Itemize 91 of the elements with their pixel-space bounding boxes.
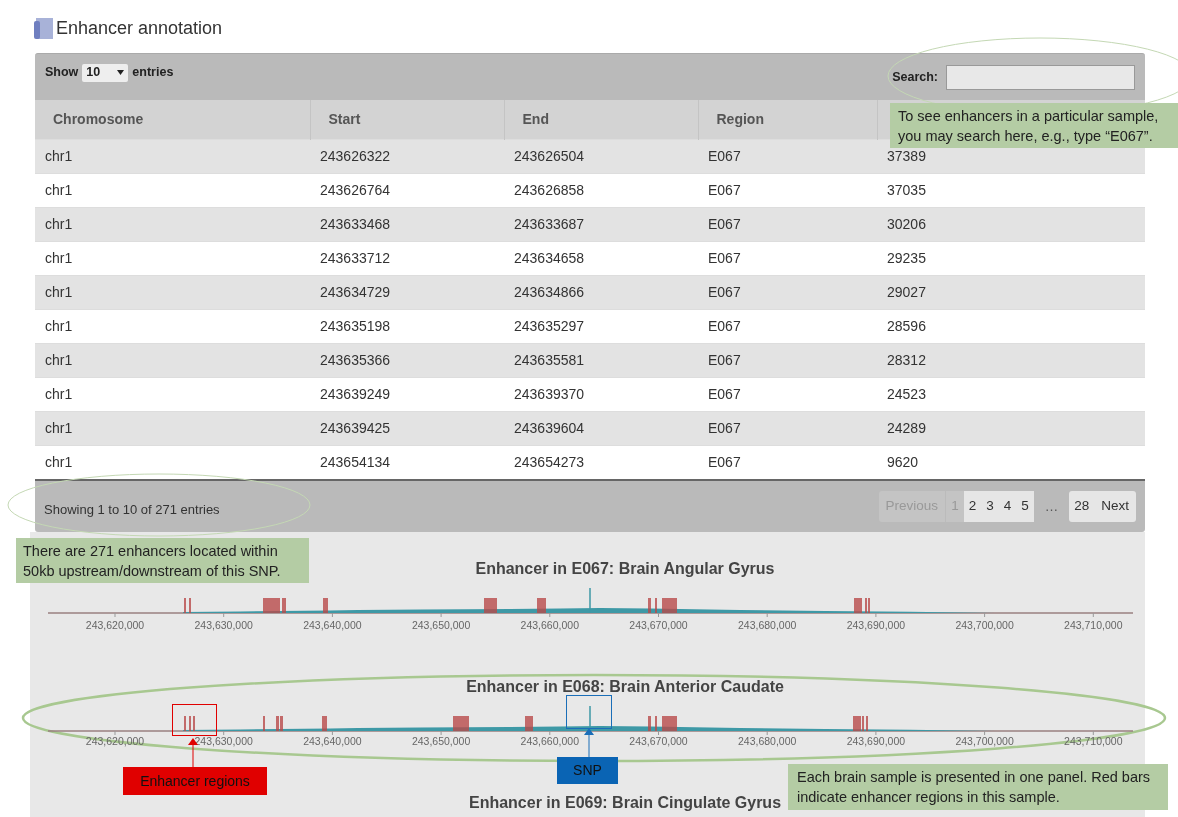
table-cell: 243633712 [310, 241, 504, 275]
search-field[interactable] [946, 64, 1135, 90]
table-cell: chr1 [35, 173, 310, 207]
tick-label: 243,630,000 [194, 619, 253, 631]
table-cell: E067 [698, 309, 877, 343]
panel-title: Enhancer in E067: Brain Angular Gyrus [475, 559, 775, 579]
table-cell: chr1 [35, 309, 310, 343]
table-cell: 243654273 [504, 445, 698, 479]
table-cell: 243635198 [310, 309, 504, 343]
table-cell: 243654134 [310, 445, 504, 479]
table-cell: chr1 [35, 343, 310, 377]
caret-icon [117, 70, 125, 75]
tick-label: 243,620,000 [85, 619, 145, 631]
table-cell: chr1 [35, 241, 310, 275]
search-label: Search: [892, 68, 938, 86]
table-cell: 243634658 [504, 241, 698, 275]
table-cell: 28312 [877, 343, 1145, 377]
table-cell: 243633468 [310, 207, 504, 241]
annotation-tooltip: SNP [557, 757, 618, 784]
table-cell: 243626322 [310, 139, 504, 173]
next-button[interactable]: Next [1094, 491, 1136, 522]
table-cell: E067 [698, 377, 877, 411]
table-cell: 243635581 [504, 343, 698, 377]
tick-label: 243,700,000 [955, 735, 1014, 747]
highlight-rectangle [566, 695, 612, 729]
table-cell: 9620 [877, 445, 1145, 479]
info-text: Showing 1 to 10 of 271 entries [44, 500, 220, 519]
table-cell: E067 [698, 275, 877, 309]
annotation-tooltip: Enhancer regions [123, 767, 267, 795]
table-cell: E067 [698, 139, 877, 173]
tick-label: 243,680,000 [738, 735, 797, 747]
tick-label: 243,660,000 [520, 619, 579, 631]
table-cell: 243626764 [310, 173, 504, 207]
table-cell: 243626504 [504, 139, 698, 173]
page-button[interactable]: 5 [1016, 491, 1034, 522]
entries-label: entries [132, 64, 174, 82]
tick-label: 243,670,000 [629, 735, 688, 747]
annotation-tooltip: Each brain sample is presented in one panel. Red bars indicate enhancer regions in this sample. [788, 764, 1168, 810]
table-cell: 29027 [877, 275, 1145, 309]
table-cell: 24289 [877, 411, 1145, 445]
table-cell: E067 [698, 411, 877, 445]
book-icon [33, 17, 54, 40]
tick-label: 243,700,000 [955, 619, 1014, 631]
tick-label: 243,640,000 [303, 735, 362, 747]
table-cell: 37035 [877, 173, 1145, 207]
tick-label: 243,710,000 [1064, 619, 1123, 631]
page-button[interactable]: 28 [1069, 491, 1095, 522]
table-cell: 29235 [877, 241, 1145, 275]
table-cell: 243639249 [310, 377, 504, 411]
table-cell: 243635366 [310, 343, 504, 377]
table-cell: chr1 [35, 275, 310, 309]
table-cell: chr1 [35, 411, 310, 445]
table-cell: E067 [698, 241, 877, 275]
tick-label: 243,660,000 [520, 735, 579, 747]
table-cell: 243626858 [504, 173, 698, 207]
tick-label: 243,650,000 [411, 735, 471, 747]
show-label: Show [45, 64, 79, 82]
table-cell: E067 [698, 445, 877, 479]
tick-label: 243,690,000 [846, 735, 906, 747]
table-cell: chr1 [35, 139, 310, 173]
table-cell: chr1 [35, 445, 310, 479]
table-cell: E067 [698, 207, 877, 241]
table-cell: 243633687 [504, 207, 698, 241]
arrow-icon [584, 728, 594, 757]
tick-label: 243,640,000 [303, 619, 362, 631]
table-cell: chr1 [35, 377, 310, 411]
section-title: Enhancer annotation [56, 17, 223, 40]
table-cell: E067 [698, 173, 877, 207]
table-cell: 243634729 [310, 275, 504, 309]
highlight-rectangle [172, 704, 217, 736]
table-cell: chr1 [35, 207, 310, 241]
panel-title: Enhancer in E069: Brain Cingulate Gyrus [468, 793, 782, 813]
table-cell: 243639425 [310, 411, 504, 445]
table-cell: 30206 [877, 207, 1145, 241]
tick-label: 243,650,000 [411, 619, 471, 631]
table-cell: 243635297 [504, 309, 698, 343]
table-cell: 243634866 [504, 275, 698, 309]
table-cell: 243639604 [504, 411, 698, 445]
tick-label: 243,630,000 [194, 735, 253, 747]
tick-label: 243,690,000 [846, 619, 906, 631]
table-cell: 28596 [877, 309, 1145, 343]
annotation-tooltip: There are 271 enhancers located within 50kb upstream/downstream of this SNP. [16, 538, 309, 583]
page-button[interactable]: 3 [981, 491, 999, 522]
table-cell: 243639370 [504, 377, 698, 411]
table-cell: E067 [698, 343, 877, 377]
tick-label: 243,670,000 [629, 619, 688, 631]
table-cell: 24523 [877, 377, 1145, 411]
tick-label: 243,680,000 [738, 619, 797, 631]
panel-title: Enhancer in E068: Brain Anterior Caudate [466, 677, 784, 697]
entries-select[interactable]: 10 [82, 63, 129, 82]
pagination-ellipsis: … [1043, 498, 1060, 516]
